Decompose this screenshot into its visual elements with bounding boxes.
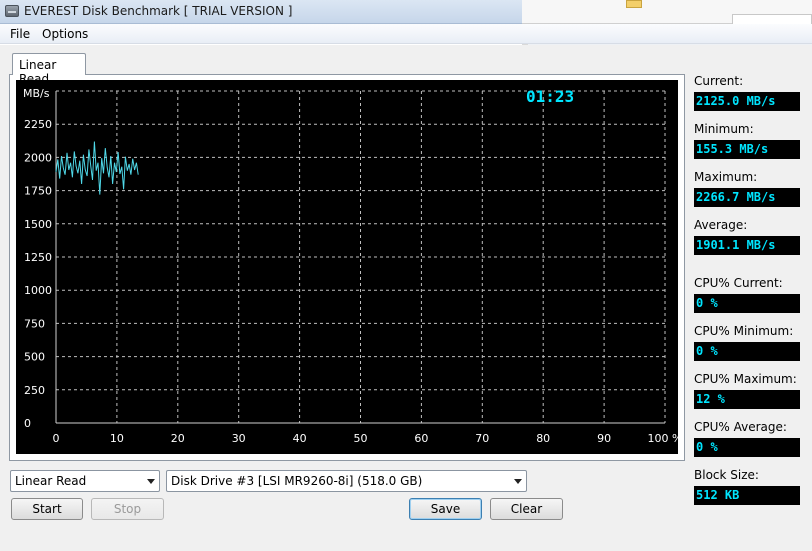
window-title: EVEREST Disk Benchmark [ TRIAL VERSION ] [24,4,293,18]
benchmark-window: EVEREST Disk Benchmark [ TRIAL VERSION ]… [0,0,812,551]
x-tick-label: 70 [475,432,489,445]
maximum-label: Maximum: [694,170,758,184]
x-tick-label: 10 [110,432,124,445]
minimum-label: Minimum: [694,122,754,136]
clear-button[interactable]: Clear [490,498,563,520]
average-value: 1901.1 MB/s [694,236,800,255]
x-tick-label: 100 % [648,432,678,445]
start-button[interactable]: Start [11,498,83,520]
chart-plot: 0 10 20 30 40 50 60 70 80 90 100 % 0 250 500 750 1000 12… [24,90,678,445]
stop-button[interactable]: Stop [91,498,164,520]
disk-icon [5,5,19,17]
x-tick-label: 20 [171,432,185,445]
y-tick-label: 1750 [24,185,52,198]
menu-options[interactable]: Options [42,27,88,41]
screen: EVEREST Disk Benchmark [ TRIAL VERSION ]… [0,0,812,551]
cpu-minimum-label: CPU% Minimum: [694,324,794,338]
y-tick-label: 2250 [24,118,52,131]
y-tick-label: 1250 [24,251,52,264]
title-bar[interactable]: EVEREST Disk Benchmark [ TRIAL VERSION ] [0,0,522,24]
current-label: Current: [694,74,744,88]
drive-select[interactable]: Disk Drive #3 [LSI MR9260-8i] (518.0 GB) [166,470,527,492]
chevron-down-icon [147,479,155,484]
average-label: Average: [694,218,748,232]
mode-select-value: Linear Read [15,474,87,488]
x-tick-label: 30 [232,432,246,445]
y-tick-label: 2000 [24,151,52,164]
drive-select-value: Disk Drive #3 [LSI MR9260-8i] (518.0 GB) [171,474,423,488]
client-area: Linear Read 0 10 20 30 40 50 60 70 80 90 100 % 0 250… [0,45,812,551]
cpu-minimum-value: 0 % [694,342,800,361]
menu-bar: File Options [0,24,812,44]
elapsed-timer: 01:23 [526,87,575,106]
y-tick-label: 1500 [24,218,52,231]
y-tick-label: 1000 [24,284,52,297]
cpu-maximum-value: 12 % [694,390,800,409]
menu-file[interactable]: File [10,27,30,41]
x-tick-label: 0 [53,432,60,445]
x-tick-label: 60 [414,432,428,445]
benchmark-chart: 0 10 20 30 40 50 60 70 80 90 100 % 0 250 500 750 1000 12… [16,80,678,454]
y-tick-label: 0 [24,417,31,430]
maximum-value: 2266.7 MB/s [694,188,800,207]
block-size-label: Block Size: [694,468,759,482]
mode-select[interactable]: Linear Read [10,470,160,492]
y-tick-label: 250 [24,384,45,397]
x-tick-label: 40 [293,432,307,445]
save-button[interactable]: Save [409,498,482,520]
read-speed-line [55,141,139,195]
y-tick-label: 500 [24,351,45,364]
chevron-down-icon [514,479,522,484]
block-size-value: 512 KB [694,486,800,505]
x-tick-label: 50 [354,432,368,445]
y-axis-unit: MB/s [23,87,50,100]
minimum-value: 155.3 MB/s [694,140,800,159]
cpu-average-value: 0 % [694,438,800,457]
cpu-average-label: CPU% Average: [694,420,787,434]
cpu-current-label: CPU% Current: [694,276,783,290]
cpu-current-value: 0 % [694,294,800,313]
current-value: 2125.0 MB/s [694,92,800,111]
y-tick-label: 750 [24,317,45,330]
x-tick-label: 90 [597,432,611,445]
cpu-maximum-label: CPU% Maximum: [694,372,797,386]
x-tick-label: 80 [536,432,550,445]
tab-linear-read[interactable]: Linear Read [12,53,86,86]
